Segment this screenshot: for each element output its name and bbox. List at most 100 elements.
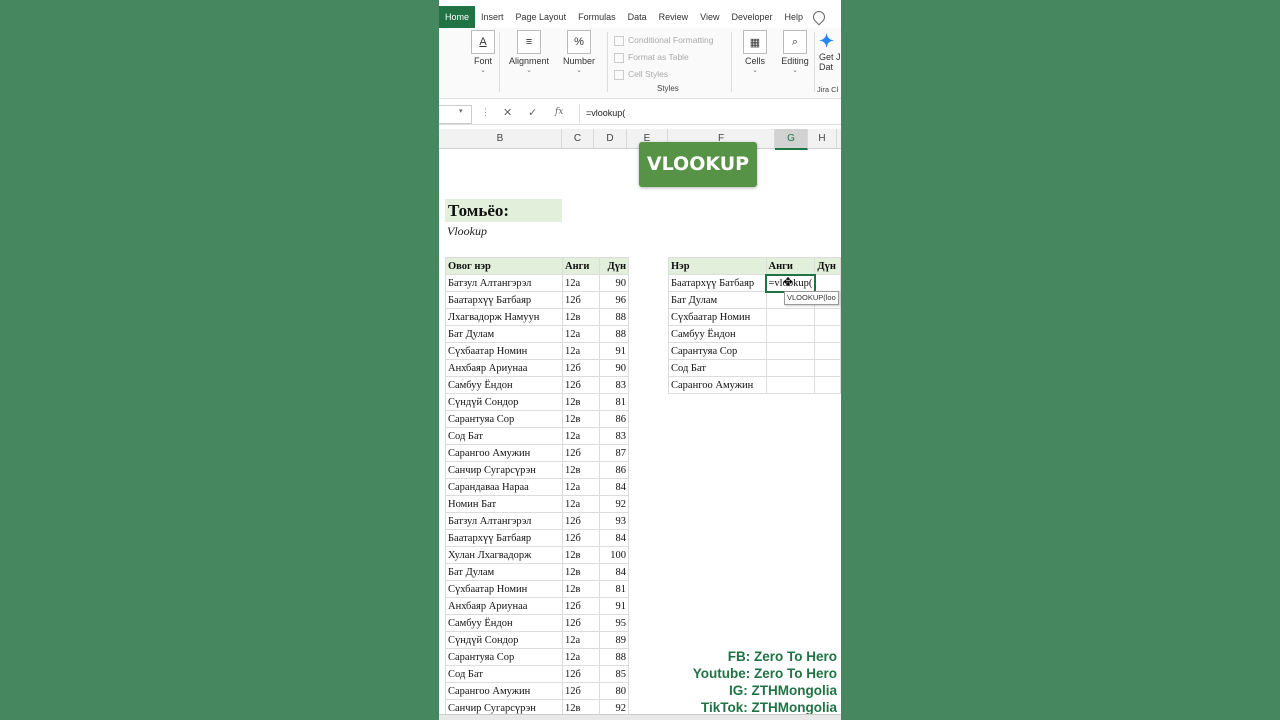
table-cell[interactable]: Сарантуяа Сор: [445, 410, 563, 428]
table-cell[interactable]: Бат Дулам: [445, 563, 563, 581]
table-cell[interactable]: Сод Бат: [668, 359, 767, 377]
table-cell[interactable]: 90: [599, 274, 629, 292]
table-cell[interactable]: 12в: [562, 580, 600, 598]
table-cell[interactable]: 84: [599, 529, 629, 547]
table-cell[interactable]: 87: [599, 444, 629, 462]
header-class[interactable]: Анги: [562, 257, 600, 275]
table-cell[interactable]: 83: [599, 376, 629, 394]
table-cell[interactable]: Анхбаяр Ариунаа: [445, 597, 563, 615]
table-cell[interactable]: Батзул Алтангэрэл: [445, 274, 563, 292]
table-cell[interactable]: 12в: [562, 563, 600, 581]
table-cell[interactable]: 88: [599, 325, 629, 343]
table-cell[interactable]: 92: [599, 495, 629, 513]
table-cell[interactable]: 88: [599, 308, 629, 326]
tab-home[interactable]: Home: [439, 6, 476, 28]
editing-group[interactable]: ⌕ Editing ⌄: [779, 30, 811, 74]
table-cell[interactable]: 88: [599, 648, 629, 666]
table-cell[interactable]: Сод Бат: [445, 427, 563, 445]
tab-page-layout[interactable]: Page Layout: [510, 6, 573, 28]
table-cell[interactable]: 91: [599, 342, 629, 360]
table-cell[interactable]: 12б: [562, 376, 600, 394]
table-cell[interactable]: [814, 342, 841, 360]
header-name[interactable]: Нэр: [668, 257, 767, 275]
table-cell[interactable]: [765, 359, 816, 377]
header-name[interactable]: Овог нэр: [445, 257, 563, 275]
table-cell[interactable]: 96: [599, 291, 629, 309]
tab-view[interactable]: View: [694, 6, 725, 28]
header-score[interactable]: Дүн: [599, 257, 629, 275]
column-header-c[interactable]: C: [562, 129, 594, 148]
table-cell[interactable]: 12в: [562, 546, 600, 564]
table-cell[interactable]: 12б: [562, 529, 600, 547]
table-cell[interactable]: [814, 308, 841, 326]
format-as-table-button[interactable]: Format as Table: [614, 49, 714, 66]
tab-developer[interactable]: Developer: [725, 6, 778, 28]
table-cell[interactable]: Самбуу Ёндон: [445, 376, 563, 394]
table-cell[interactable]: 12а: [562, 648, 600, 666]
column-header-b[interactable]: B: [439, 129, 562, 148]
table-cell[interactable]: Санчир Сугарсүрэн: [445, 461, 563, 479]
jira-group[interactable]: ✦ Get J Dat: [819, 30, 841, 72]
cells-group[interactable]: ▦ Cells ⌄: [739, 30, 771, 74]
tab-data[interactable]: Data: [622, 6, 653, 28]
table-cell[interactable]: 81: [599, 580, 629, 598]
column-header-d[interactable]: D: [594, 129, 627, 148]
table-cell[interactable]: 12в: [562, 461, 600, 479]
number-group[interactable]: % Number ⌄: [561, 30, 597, 74]
cancel-icon[interactable]: ✕: [503, 106, 512, 119]
header-score[interactable]: Дүн: [814, 257, 841, 275]
table-cell[interactable]: Сарангоо Амужин: [445, 682, 563, 700]
table-cell[interactable]: Бат Дулам: [445, 325, 563, 343]
table-cell[interactable]: [814, 376, 841, 394]
table-cell[interactable]: Сарантуяа Сор: [668, 342, 767, 360]
table-cell[interactable]: Сүхбаатар Номин: [445, 580, 563, 598]
table-cell[interactable]: [814, 274, 841, 292]
table-cell[interactable]: 12а: [562, 342, 600, 360]
table-cell[interactable]: 91: [599, 597, 629, 615]
table-cell[interactable]: Сүндүй Сондор: [445, 631, 563, 649]
table-cell[interactable]: Сарандаваа Нараа: [445, 478, 563, 496]
alignment-group[interactable]: ≡ Alignment ⌄: [507, 30, 551, 74]
table-cell[interactable]: 12а: [562, 495, 600, 513]
table-cell[interactable]: 12б: [562, 359, 600, 377]
table-cell[interactable]: [814, 359, 841, 377]
table-cell[interactable]: [765, 325, 816, 343]
table-cell[interactable]: 12б: [562, 597, 600, 615]
table-cell[interactable]: 12а: [562, 274, 600, 292]
name-box[interactable]: [439, 105, 472, 124]
table-cell[interactable]: 12а: [562, 631, 600, 649]
tab-help[interactable]: Help: [779, 6, 810, 28]
table-cell[interactable]: Сарангоо Амужин: [445, 444, 563, 462]
font-group[interactable]: A Font ⌄: [471, 30, 495, 74]
header-class[interactable]: Анги: [765, 257, 816, 275]
chevron-down-icon[interactable]: ▾: [459, 107, 463, 115]
table-cell[interactable]: 12б: [562, 444, 600, 462]
table-cell[interactable]: Бат Дулам: [668, 291, 767, 309]
table-cell[interactable]: [814, 325, 841, 343]
table-cell[interactable]: 12б: [562, 614, 600, 632]
table-cell[interactable]: 12б: [562, 665, 600, 683]
table-cell[interactable]: 12а: [562, 427, 600, 445]
table-cell[interactable]: Сод Бат: [445, 665, 563, 683]
table-cell[interactable]: Лхагвадорж Намуун: [445, 308, 563, 326]
table-cell[interactable]: 12б: [562, 291, 600, 309]
table-cell[interactable]: Самбуу Ёндон: [668, 325, 767, 343]
table-cell[interactable]: Сарантуяа Сор: [445, 648, 563, 666]
table-cell[interactable]: 12а: [562, 325, 600, 343]
column-header-g[interactable]: G: [775, 129, 808, 150]
cell-styles-button[interactable]: Cell Styles: [614, 66, 714, 83]
table-cell[interactable]: 12в: [562, 393, 600, 411]
table-cell[interactable]: Сарангоо Амужин: [668, 376, 767, 394]
table-cell[interactable]: 95: [599, 614, 629, 632]
table-cell[interactable]: 12б: [562, 512, 600, 530]
table-cell[interactable]: Баатархүү Батбаяр: [445, 529, 563, 547]
table-cell[interactable]: [765, 376, 816, 394]
table-cell[interactable]: 93: [599, 512, 629, 530]
table-cell[interactable]: [765, 342, 816, 360]
table-cell[interactable]: 84: [599, 563, 629, 581]
table-cell[interactable]: 90: [599, 359, 629, 377]
table-cell[interactable]: 89: [599, 631, 629, 649]
table-cell[interactable]: 80: [599, 682, 629, 700]
lightbulb-icon[interactable]: [810, 8, 828, 26]
table-cell[interactable]: 83: [599, 427, 629, 445]
